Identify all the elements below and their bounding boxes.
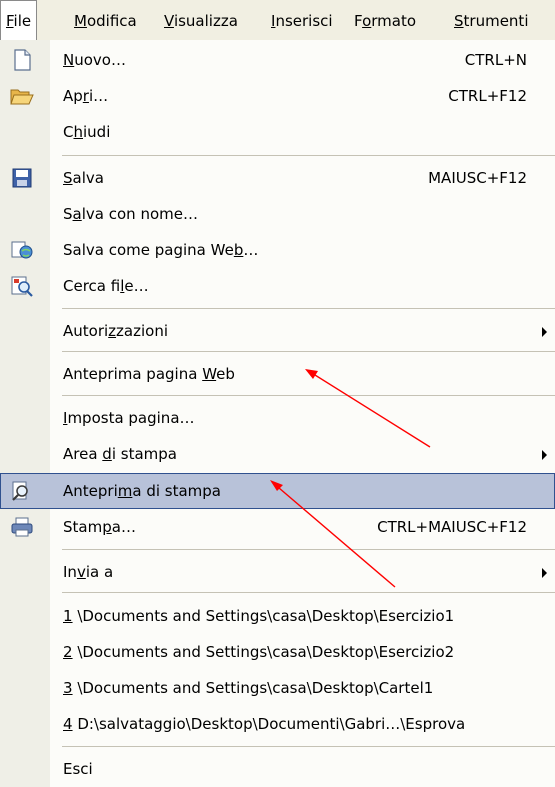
annotation-arrow-web-preview <box>305 369 431 448</box>
annotation-arrow-print-preview <box>270 480 396 588</box>
annotation-arrows <box>270 369 431 588</box>
